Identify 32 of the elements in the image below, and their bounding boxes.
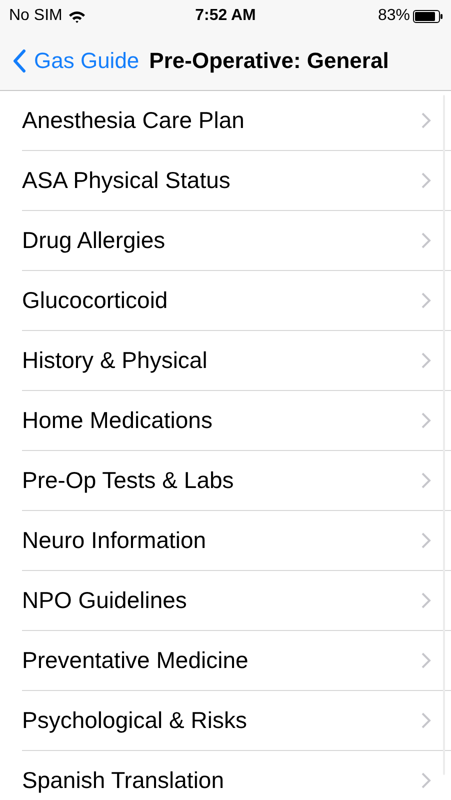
chevron-icon (421, 232, 431, 249)
chevron-icon (421, 472, 431, 489)
chevron-icon (421, 592, 431, 609)
chevron-icon (421, 172, 431, 189)
list-item[interactable]: ASA Physical Status (22, 151, 451, 211)
list-item[interactable]: Home Medications (22, 391, 451, 451)
clock-text: 7:52 AM (195, 7, 256, 25)
list-item[interactable]: Psychological & Risks (22, 691, 451, 751)
list-item[interactable]: Anesthesia Care Plan (22, 91, 451, 151)
chevron-icon (421, 772, 431, 789)
chevron-icon (421, 412, 431, 429)
battery-icon (413, 10, 443, 22)
chevron-icon (421, 292, 431, 309)
wifi-icon (68, 10, 86, 22)
list-item[interactable]: NPO Guidelines (22, 571, 451, 631)
list-item[interactable]: Neuro Information (22, 511, 451, 571)
list-item[interactable]: Spanish Translation (22, 751, 451, 800)
list-item[interactable]: Drug Allergies (22, 211, 451, 271)
chevron-icon (421, 112, 431, 129)
list-item[interactable]: Pre-Op Tests & Labs (22, 451, 451, 511)
list-item[interactable]: Preventative Medicine (22, 631, 451, 691)
chevron-icon (421, 652, 431, 669)
battery-percent: 83% (378, 7, 410, 25)
carrier-text: No SIM (9, 7, 62, 25)
chevron-icon (421, 712, 431, 729)
back-chevron-icon (12, 49, 26, 73)
back-button[interactable]: Gas Guide (12, 48, 140, 74)
chevron-icon (421, 532, 431, 549)
chevron-icon (421, 352, 431, 369)
page-title: Pre-Operative: General (149, 48, 389, 74)
list-item[interactable]: History & Physical (22, 331, 451, 391)
list-item[interactable]: Glucocorticoid (22, 271, 451, 331)
